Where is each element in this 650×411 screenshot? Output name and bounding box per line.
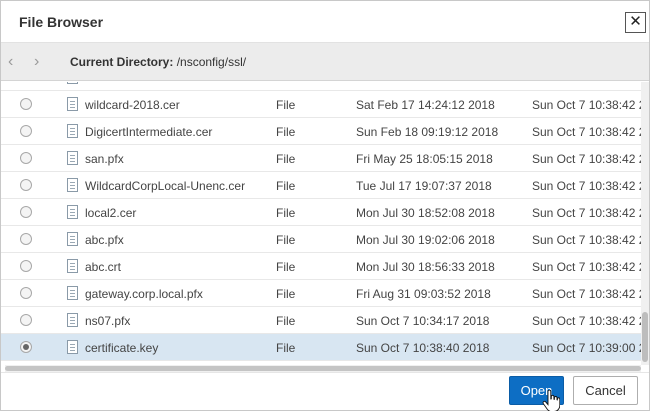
file-name: abc.crt xyxy=(85,260,122,274)
file-type: File xyxy=(276,287,296,301)
title-bar: File Browser ✕ xyxy=(1,1,649,43)
file-accessed: Sun Oct 7 10:38:42 2 xyxy=(532,206,646,220)
file-name: gateway.corp.local.pfx xyxy=(85,287,203,301)
file-name: WildcardCorpLocal-Unenc.cer xyxy=(85,179,246,193)
file-type: File xyxy=(276,260,296,274)
cancel-button[interactable]: Cancel xyxy=(573,376,638,405)
file-modified: Sun Oct 7 10:34:17 2018 xyxy=(356,314,490,328)
table-row[interactable]: local2.cer File Mon Jul 30 18:52:08 2018 Su… xyxy=(1,199,645,226)
file-accessed: Sun Oct 7 10:38:42 2 xyxy=(532,98,646,112)
file-modified: Mon Jul 30 18:52:08 2018 xyxy=(356,206,495,220)
table-row[interactable]: gateway.corp.local.pfx File Fri Aug 31 09:… xyxy=(1,280,645,307)
file-icon xyxy=(67,151,78,165)
row-radio-button[interactable] xyxy=(20,260,32,272)
current-directory-path: /nsconfig/ssl/ xyxy=(176,55,247,69)
file-name: certificate.key xyxy=(85,341,159,355)
file-accessed: Sun Oct 7 10:38:42 2 xyxy=(532,287,646,301)
current-directory: Current Directory: /nsconfig/ssl/ xyxy=(70,55,246,69)
table-row[interactable]: DigicertIntermediate.cer File Sun Feb 18 0… xyxy=(1,118,645,145)
hand-pointer-icon xyxy=(542,390,560,411)
file-icon xyxy=(67,340,78,354)
vertical-scrollbar[interactable] xyxy=(641,82,649,365)
table-row[interactable]: abc.crt File Mon Jul 30 18:56:33 2018 Sun O… xyxy=(1,253,645,280)
chevron-right-icon[interactable]: › xyxy=(34,53,39,71)
file-icon xyxy=(67,97,78,111)
file-icon xyxy=(67,205,78,219)
file-modified: Sun Oct 7 10:38:40 2018 xyxy=(356,341,490,355)
file-icon xyxy=(67,178,78,192)
navigation-bar: ‹ › Current Directory: /nsconfig/ssl/ xyxy=(1,43,649,81)
file-type: File xyxy=(276,314,296,328)
table-row[interactable]: san.pfx File Fri May 25 18:05:15 2018 Sun O… xyxy=(1,145,645,172)
table-row[interactable]: wildcard-2018.cer File Sat Feb 17 14:24:12… xyxy=(1,91,645,118)
file-icon xyxy=(67,232,78,246)
file-modified: Sun Feb 18 09:19:12 2018 xyxy=(356,125,499,139)
table-row[interactable]: abc.pfx File Mon Jul 30 19:02:06 2018 Sun O… xyxy=(1,226,645,253)
row-radio-button[interactable] xyxy=(20,179,32,191)
row-radio-button[interactable] xyxy=(20,152,32,164)
file-icon xyxy=(67,286,78,300)
file-name: abc.pfx xyxy=(85,233,124,247)
chevron-left-icon[interactable]: ‹ xyxy=(8,53,13,71)
row-radio-button[interactable] xyxy=(20,125,32,137)
file-name: ns07.pfx xyxy=(85,314,131,328)
file-type: File xyxy=(276,179,296,193)
file-icon xyxy=(67,259,78,273)
file-type: File xyxy=(276,125,296,139)
file-modified: Sat Feb 17 14:24:12 2018 xyxy=(356,98,495,112)
file-browser-dialog: File Browser ✕ ‹ › Current Directory: /n… xyxy=(0,0,650,411)
file-modified: Fri Aug 31 09:03:52 2018 xyxy=(356,287,491,301)
dialog-title: File Browser xyxy=(19,14,104,30)
horizontal-scrollbar-thumb[interactable] xyxy=(5,366,641,371)
file-type: File xyxy=(276,206,296,220)
close-button[interactable]: ✕ xyxy=(625,12,646,33)
row-radio-button[interactable] xyxy=(20,206,32,218)
table-row[interactable]: ns07.pfx File Sun Oct 7 10:34:17 2018 Sun O… xyxy=(1,307,645,334)
current-directory-label: Current Directory: xyxy=(70,55,174,69)
file-accessed: Sun Oct 7 10:38:42 2 xyxy=(532,233,646,247)
table-row-partial[interactable] xyxy=(1,82,641,91)
file-accessed: Sun Oct 7 10:39:00 2 xyxy=(532,341,646,355)
file-modified: Fri May 25 18:05:15 2018 xyxy=(356,152,493,166)
file-list: wildcard-2018.cer File Sat Feb 17 14:24:12… xyxy=(1,82,649,365)
file-name: DigicertIntermediate.cer xyxy=(85,125,213,139)
file-accessed: Sun Oct 7 10:38:42 2 xyxy=(532,314,646,328)
file-type: File xyxy=(276,341,296,355)
file-name: san.pfx xyxy=(85,152,124,166)
row-radio-button[interactable] xyxy=(20,98,32,110)
file-modified: Tue Jul 17 19:07:37 2018 xyxy=(356,179,492,193)
file-accessed: Sun Oct 7 10:38:42 2 xyxy=(532,152,646,166)
file-type: File xyxy=(276,152,296,166)
file-icon xyxy=(67,82,78,84)
row-radio-button[interactable] xyxy=(20,314,32,326)
file-name: wildcard-2018.cer xyxy=(85,98,180,112)
file-type: File xyxy=(276,233,296,247)
dialog-footer: Open Cancel xyxy=(1,372,649,411)
table-row[interactable]: WildcardCorpLocal-Unenc.cer File Tue Jul 1… xyxy=(1,172,645,199)
row-radio-button[interactable] xyxy=(20,233,32,245)
table-row[interactable]: certificate.key File Sun Oct 7 10:38:40 20… xyxy=(1,334,645,361)
file-accessed: Sun Oct 7 10:38:42 2 xyxy=(532,179,646,193)
row-radio-button[interactable] xyxy=(20,287,32,299)
file-icon xyxy=(67,124,78,138)
file-name: local2.cer xyxy=(85,206,137,220)
file-modified: Mon Jul 30 19:02:06 2018 xyxy=(356,233,495,247)
file-icon xyxy=(67,313,78,327)
file-accessed: Sun Oct 7 10:38:42 2 xyxy=(532,260,646,274)
row-radio-button[interactable] xyxy=(20,341,32,353)
file-type: File xyxy=(276,98,296,112)
horizontal-scrollbar[interactable] xyxy=(5,365,641,372)
vertical-scrollbar-thumb[interactable] xyxy=(642,312,648,362)
close-icon: ✕ xyxy=(629,13,642,30)
file-modified: Mon Jul 30 18:56:33 2018 xyxy=(356,260,495,274)
file-accessed: Sun Oct 7 10:38:42 2 xyxy=(532,125,646,139)
